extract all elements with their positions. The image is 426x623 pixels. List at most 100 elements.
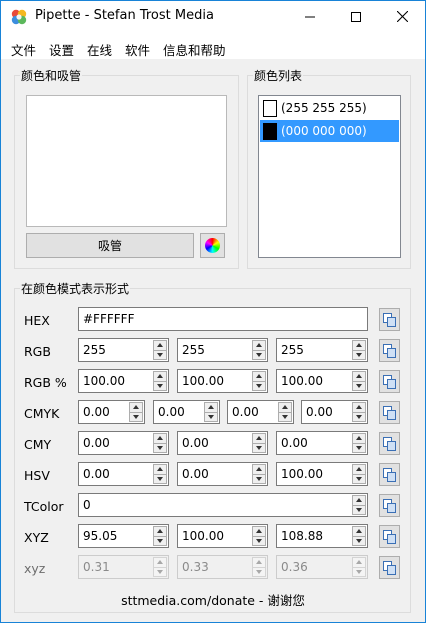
spin-down-button[interactable] <box>352 504 366 515</box>
spin-up-button[interactable] <box>153 464 167 474</box>
hsv-h-stepper[interactable]: 0.00 <box>78 462 169 486</box>
spin-up-button[interactable] <box>352 371 366 381</box>
title-bar[interactable]: Pipette - Stefan Trost Media <box>1 1 425 32</box>
copy-cmy-button[interactable] <box>379 432 400 455</box>
rgb-percent-r-stepper[interactable]: 100.00 <box>78 369 169 393</box>
spin-buttons[interactable] <box>153 526 167 546</box>
spin-buttons[interactable] <box>252 433 266 453</box>
spin-down-button[interactable] <box>352 349 366 360</box>
hsv-s-stepper[interactable]: 0.00 <box>177 462 268 486</box>
spin-down-button[interactable] <box>352 535 366 546</box>
spin-buttons[interactable] <box>204 402 218 422</box>
spin-buttons[interactable] <box>352 340 366 360</box>
spin-up-button[interactable] <box>352 402 366 412</box>
spin-down-button[interactable] <box>278 411 292 422</box>
spin-up-button[interactable] <box>252 526 266 536</box>
spin-down-button[interactable] <box>352 380 366 391</box>
spin-up-button[interactable] <box>252 433 266 443</box>
cmyk-c-stepper[interactable]: 0.00 <box>78 400 145 424</box>
spin-buttons[interactable] <box>352 371 366 391</box>
spin-buttons[interactable] <box>352 495 366 515</box>
spin-up-button[interactable] <box>352 433 366 443</box>
spin-up-button[interactable] <box>278 402 292 412</box>
copy-tcolor-button[interactable] <box>379 494 400 517</box>
cmy-m-stepper[interactable]: 0.00 <box>177 431 268 455</box>
spin-buttons[interactable] <box>352 402 366 422</box>
copy-rgb-button[interactable] <box>379 339 400 362</box>
color-list-item-selected[interactable]: (000 000 000) <box>260 120 399 142</box>
copy-hex-button[interactable] <box>379 308 400 331</box>
spin-down-button[interactable] <box>252 535 266 546</box>
spin-up-button[interactable] <box>352 340 366 350</box>
spin-buttons[interactable] <box>252 526 266 546</box>
spin-buttons[interactable] <box>278 402 292 422</box>
spin-down-button[interactable] <box>153 473 167 484</box>
donate-link[interactable]: sttmedia.com/donate - 谢谢您 <box>1 590 425 609</box>
copy-hsv-button[interactable] <box>379 463 400 486</box>
menu-online[interactable]: 在线 <box>87 40 112 59</box>
spin-up-button[interactable] <box>153 433 167 443</box>
spin-buttons[interactable] <box>252 464 266 484</box>
cmyk-k-stepper[interactable]: 0.00 <box>301 400 368 424</box>
minimize-button[interactable] <box>287 1 333 32</box>
spin-up-button[interactable] <box>352 464 366 474</box>
xyz-y-stepper[interactable]: 100.00 <box>177 524 268 548</box>
color-list[interactable]: (255 255 255) (000 000 000) <box>258 95 401 258</box>
rgb-r-stepper[interactable]: 255 <box>78 338 169 362</box>
pipette-button[interactable]: 吸管 <box>26 233 194 258</box>
spin-down-button[interactable] <box>252 380 266 391</box>
spin-up-button[interactable] <box>252 464 266 474</box>
spin-up-button[interactable] <box>153 340 167 350</box>
spin-buttons[interactable] <box>153 433 167 453</box>
spin-buttons[interactable] <box>129 402 143 422</box>
hex-field[interactable]: #FFFFFF <box>78 307 368 331</box>
cmyk-y-stepper[interactable]: 0.00 <box>227 400 294 424</box>
cmyk-m-stepper[interactable]: 0.00 <box>153 400 220 424</box>
menu-file[interactable]: 文件 <box>11 40 36 59</box>
spin-down-button[interactable] <box>204 411 218 422</box>
color-list-item[interactable]: (255 255 255) <box>260 97 399 119</box>
spin-down-button[interactable] <box>252 349 266 360</box>
rgb-b-stepper[interactable]: 255 <box>276 338 368 362</box>
spin-buttons[interactable] <box>352 433 366 453</box>
rgb-percent-g-stepper[interactable]: 100.00 <box>177 369 268 393</box>
spin-buttons[interactable] <box>352 526 366 546</box>
rgb-percent-b-stepper[interactable]: 100.00 <box>276 369 368 393</box>
copy-rgb-percent-button[interactable] <box>379 370 400 393</box>
copy-xyz-button[interactable] <box>379 525 400 548</box>
spin-down-button[interactable] <box>153 380 167 391</box>
hsv-v-stepper[interactable]: 100.00 <box>276 462 368 486</box>
close-button[interactable] <box>379 1 425 32</box>
spin-down-button[interactable] <box>252 442 266 453</box>
menu-settings[interactable]: 设置 <box>49 40 74 59</box>
cmy-y-stepper[interactable]: 0.00 <box>276 431 368 455</box>
spin-up-button[interactable] <box>252 371 266 381</box>
copy-xyz-chromaticity-button[interactable] <box>379 556 400 579</box>
xyz-x-stepper[interactable]: 95.05 <box>78 524 169 548</box>
spin-up-button[interactable] <box>252 340 266 350</box>
spin-down-button[interactable] <box>153 349 167 360</box>
spin-down-button[interactable] <box>352 442 366 453</box>
spin-up-button[interactable] <box>153 371 167 381</box>
spin-up-button[interactable] <box>352 526 366 536</box>
spin-buttons[interactable] <box>153 371 167 391</box>
cmy-c-stepper[interactable]: 0.00 <box>78 431 169 455</box>
spin-down-button[interactable] <box>252 473 266 484</box>
color-wheel-button[interactable] <box>200 233 225 258</box>
menu-software[interactable]: 软件 <box>125 40 150 59</box>
menu-info-help[interactable]: 信息和帮助 <box>163 40 226 59</box>
spin-buttons[interactable] <box>153 340 167 360</box>
spin-buttons[interactable] <box>153 464 167 484</box>
spin-down-button[interactable] <box>129 411 143 422</box>
tcolor-stepper[interactable]: 0 <box>78 493 368 517</box>
spin-down-button[interactable] <box>352 411 366 422</box>
spin-down-button[interactable] <box>153 442 167 453</box>
spin-up-button[interactable] <box>352 495 366 505</box>
rgb-g-stepper[interactable]: 255 <box>177 338 268 362</box>
maximize-button[interactable] <box>333 1 379 32</box>
spin-buttons[interactable] <box>252 371 266 391</box>
spin-buttons[interactable] <box>252 340 266 360</box>
spin-up-button[interactable] <box>153 526 167 536</box>
spin-buttons[interactable] <box>352 464 366 484</box>
spin-down-button[interactable] <box>352 473 366 484</box>
